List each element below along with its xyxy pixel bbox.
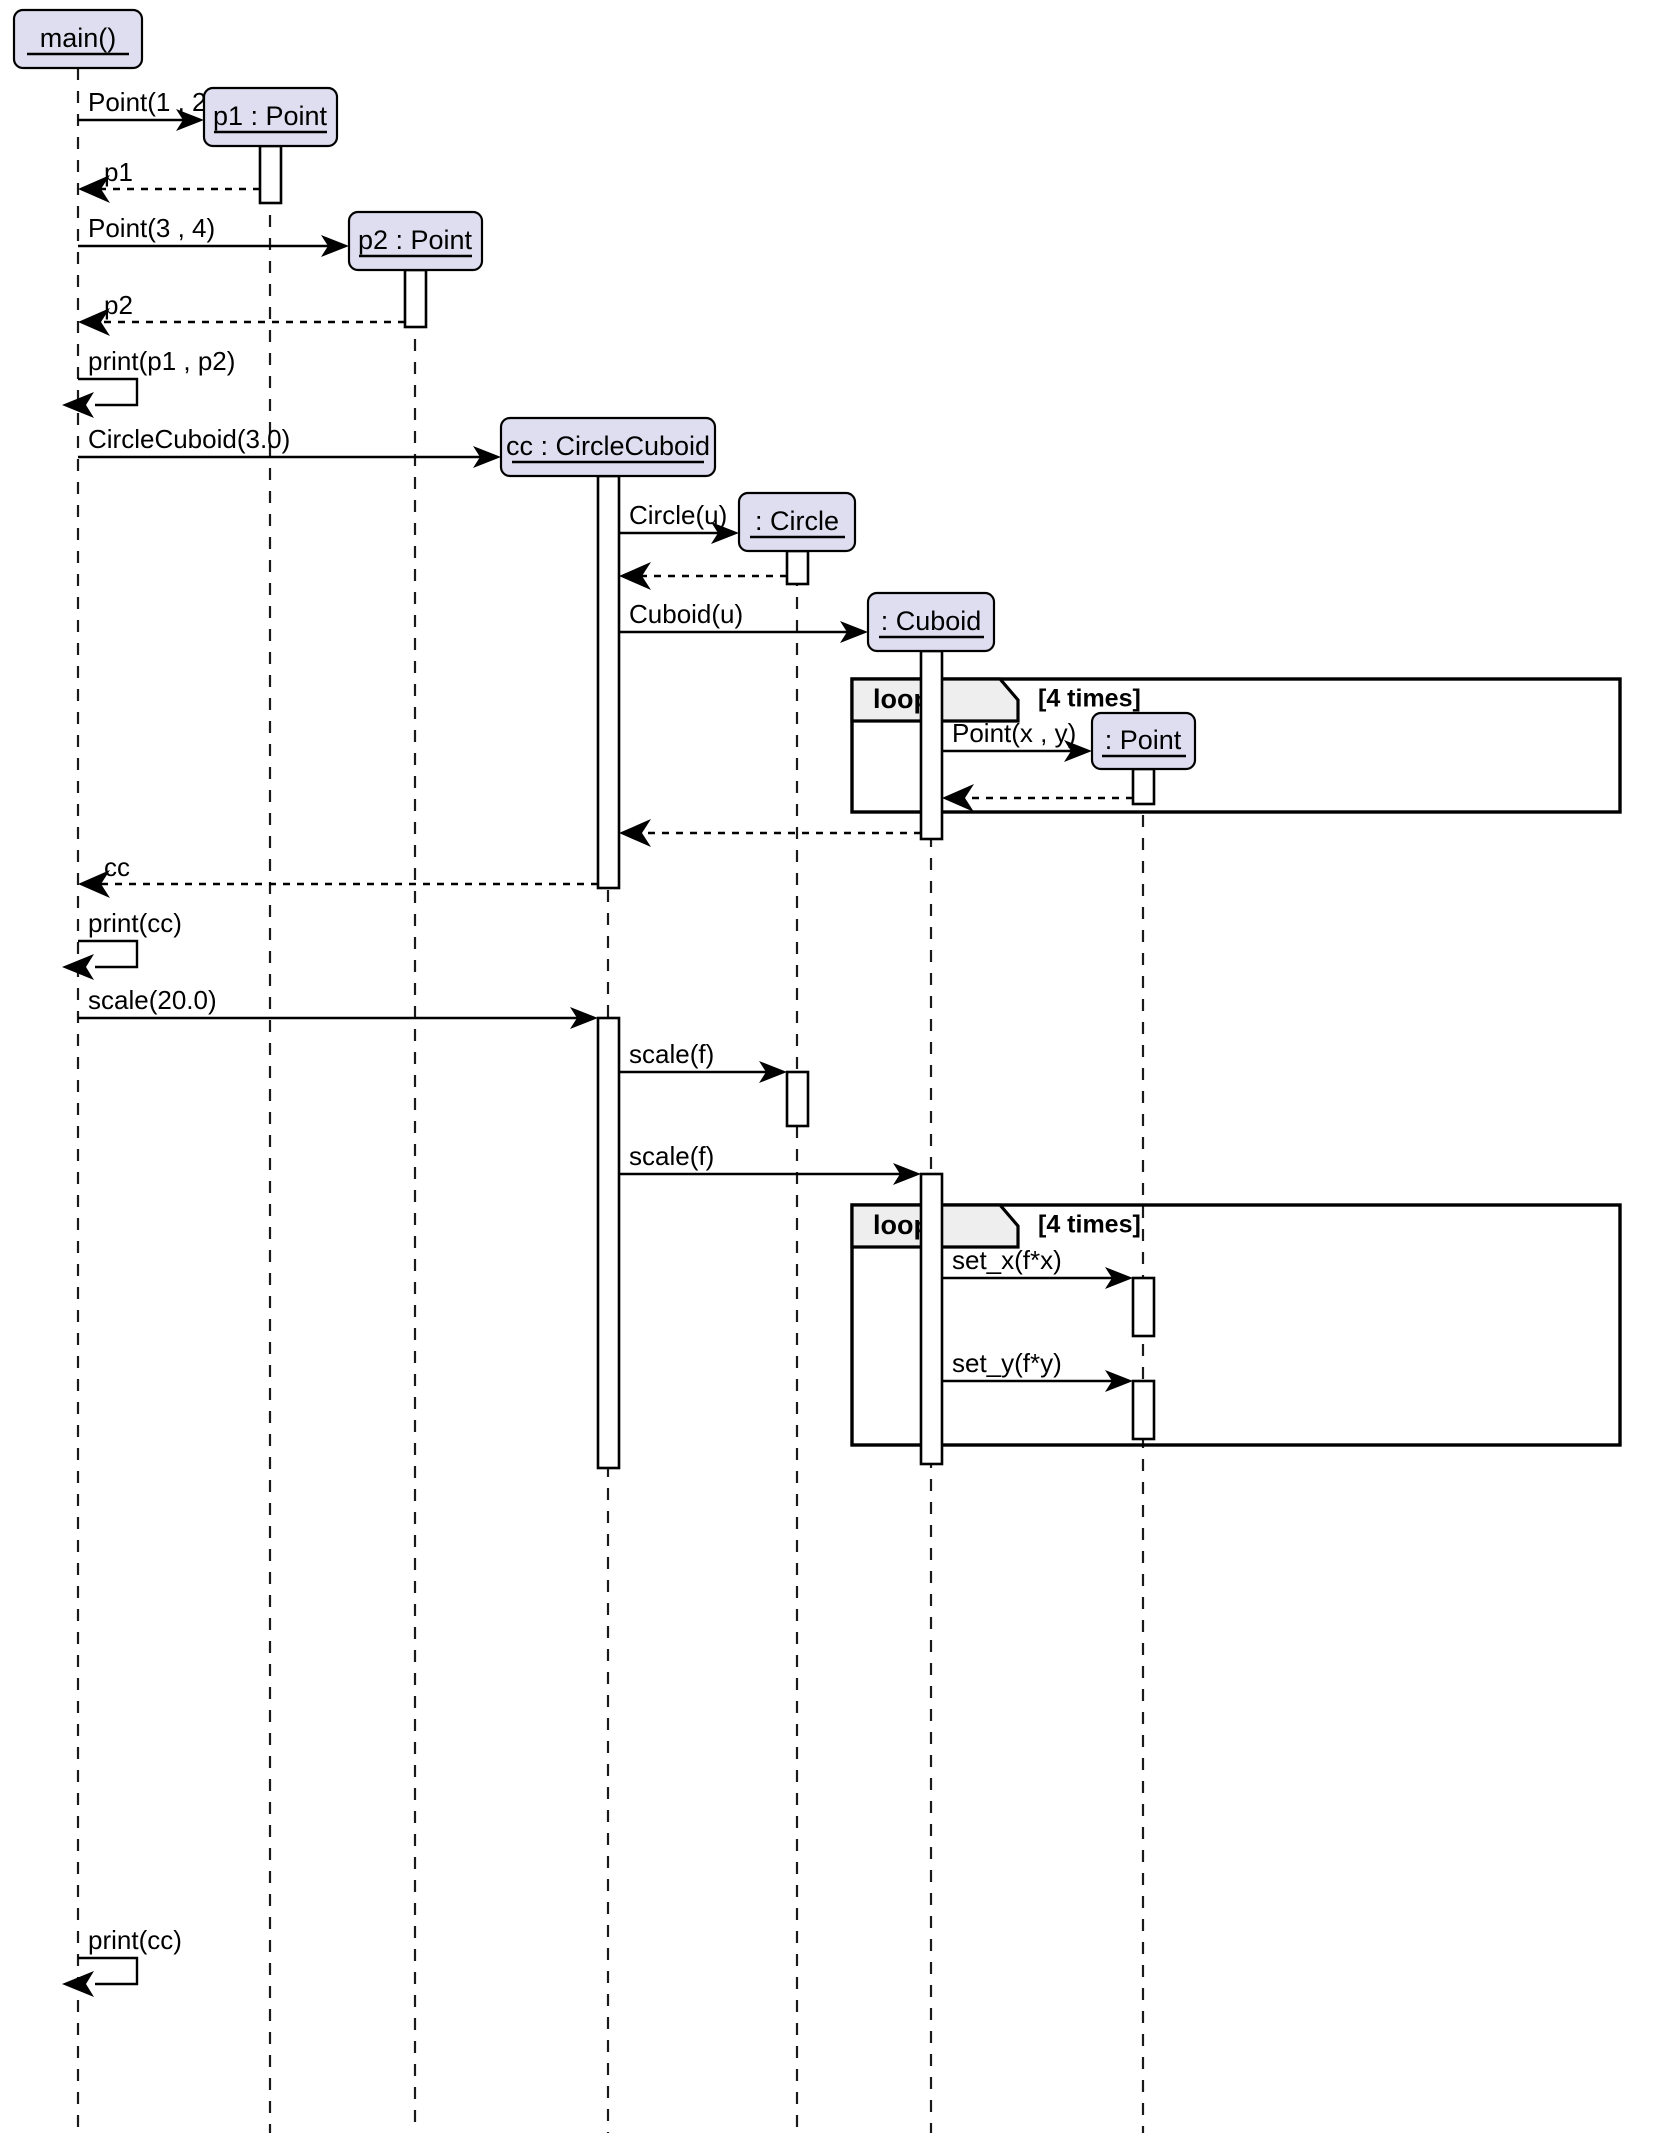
message-label: scale(f) xyxy=(629,1039,714,1069)
message-label: p2 xyxy=(104,290,133,320)
object-label: : Point xyxy=(1105,725,1182,755)
activation-point-2 xyxy=(1131,1276,1156,1338)
activation-cuboid-1 xyxy=(919,649,944,841)
message-cuboid-create[interactable]: Cuboid(u) xyxy=(619,599,868,643)
message-self-print-p1-p2[interactable]: print(p1 , p2) xyxy=(62,346,235,418)
message-return-point-1[interactable] xyxy=(942,784,1133,812)
sequence-diagram-canvas: loop [4 times] loop [4 times] Point(1 , … xyxy=(0,0,1658,2133)
arrowhead-filled xyxy=(62,1971,94,1997)
message-label: cc xyxy=(104,852,130,882)
activation-point-3 xyxy=(1131,1379,1156,1441)
message-point-xy-create[interactable]: Point(x , y) xyxy=(942,718,1092,762)
message-label: print(cc) xyxy=(88,1925,182,1955)
message-scale-f-cuboid[interactable]: scale(f) xyxy=(619,1141,921,1185)
message-point-1-2[interactable]: Point(1 , 2) xyxy=(78,87,215,131)
fragment-loop-1-guard: [4 times] xyxy=(1038,685,1141,713)
activation-cc-2 xyxy=(596,1016,621,1470)
message-label: print(p1 , p2) xyxy=(88,346,235,376)
fragment-loop-2: loop [4 times] xyxy=(850,1203,1622,1447)
message-label: print(cc) xyxy=(88,908,182,938)
object-label: p1 : Point xyxy=(213,101,328,131)
message-label: Point(3 , 4) xyxy=(88,213,215,243)
message-label: CircleCuboid(3.0) xyxy=(88,424,290,454)
message-label: p1 xyxy=(104,157,133,187)
message-set-x[interactable]: set_x(f*x) xyxy=(942,1245,1133,1289)
message-label: scale(f) xyxy=(629,1141,714,1171)
object-box-p2[interactable]: p2 : Point xyxy=(347,210,484,272)
object-box-cuboid[interactable]: : Cuboid xyxy=(866,591,996,653)
message-set-y[interactable]: set_y(f*y) xyxy=(942,1348,1133,1392)
message-circlecuboid-create[interactable]: CircleCuboid(3.0) xyxy=(78,424,501,468)
activation-cc-1 xyxy=(596,474,621,890)
message-label: set_x(f*x) xyxy=(952,1245,1062,1275)
message-label: set_y(f*y) xyxy=(952,1348,1062,1378)
object-box-main[interactable]: main() xyxy=(12,8,144,70)
message-label: Cuboid(u) xyxy=(629,599,743,629)
message-point-3-4[interactable]: Point(3 , 4) xyxy=(78,213,349,257)
activation-circle-1 xyxy=(785,549,810,586)
message-circle-create[interactable]: Circle(u) xyxy=(619,500,739,544)
message-self-print-cc-2[interactable]: print(cc) xyxy=(62,1925,182,1997)
message-return-cuboid[interactable] xyxy=(619,819,921,847)
activation-circle-2 xyxy=(785,1070,810,1128)
object-box-cc[interactable]: cc : CircleCuboid xyxy=(499,416,717,478)
fragment-loop-2-guard: [4 times] xyxy=(1038,1211,1141,1239)
arrowhead-open xyxy=(942,784,974,812)
message-self-print-cc-1[interactable]: print(cc) xyxy=(62,908,182,980)
object-label: : Cuboid xyxy=(881,606,982,636)
object-box-point[interactable]: : Point xyxy=(1090,711,1197,771)
sequence-diagram-svg: loop [4 times] loop [4 times] Point(1 , … xyxy=(12,8,1622,2133)
arrowhead-open xyxy=(619,819,651,847)
message-return-p1[interactable]: p1 xyxy=(78,157,260,203)
object-label: p2 : Point xyxy=(358,225,473,255)
object-label: main() xyxy=(40,23,117,53)
message-scale-20[interactable]: scale(20.0) xyxy=(78,985,598,1029)
message-label: scale(20.0) xyxy=(88,985,217,1015)
message-label: Point(1 , 2) xyxy=(88,87,215,117)
message-return-circle[interactable] xyxy=(619,562,787,590)
activation-p2 xyxy=(403,268,428,329)
object-label: cc : CircleCuboid xyxy=(506,431,710,461)
activation-p1 xyxy=(258,144,283,205)
message-scale-f-circle[interactable]: scale(f) xyxy=(619,1039,787,1083)
message-label: Circle(u) xyxy=(629,500,727,530)
activation-cuboid-2 xyxy=(919,1172,944,1466)
object-box-circle[interactable]: : Circle xyxy=(737,491,857,553)
message-return-cc-1[interactable]: cc xyxy=(78,852,598,898)
object-box-p1[interactable]: p1 : Point xyxy=(202,86,339,148)
activation-point-1 xyxy=(1131,767,1156,806)
message-return-p2[interactable]: p2 xyxy=(78,290,405,336)
message-label: Point(x , y) xyxy=(952,718,1076,748)
object-label: : Circle xyxy=(755,506,839,536)
